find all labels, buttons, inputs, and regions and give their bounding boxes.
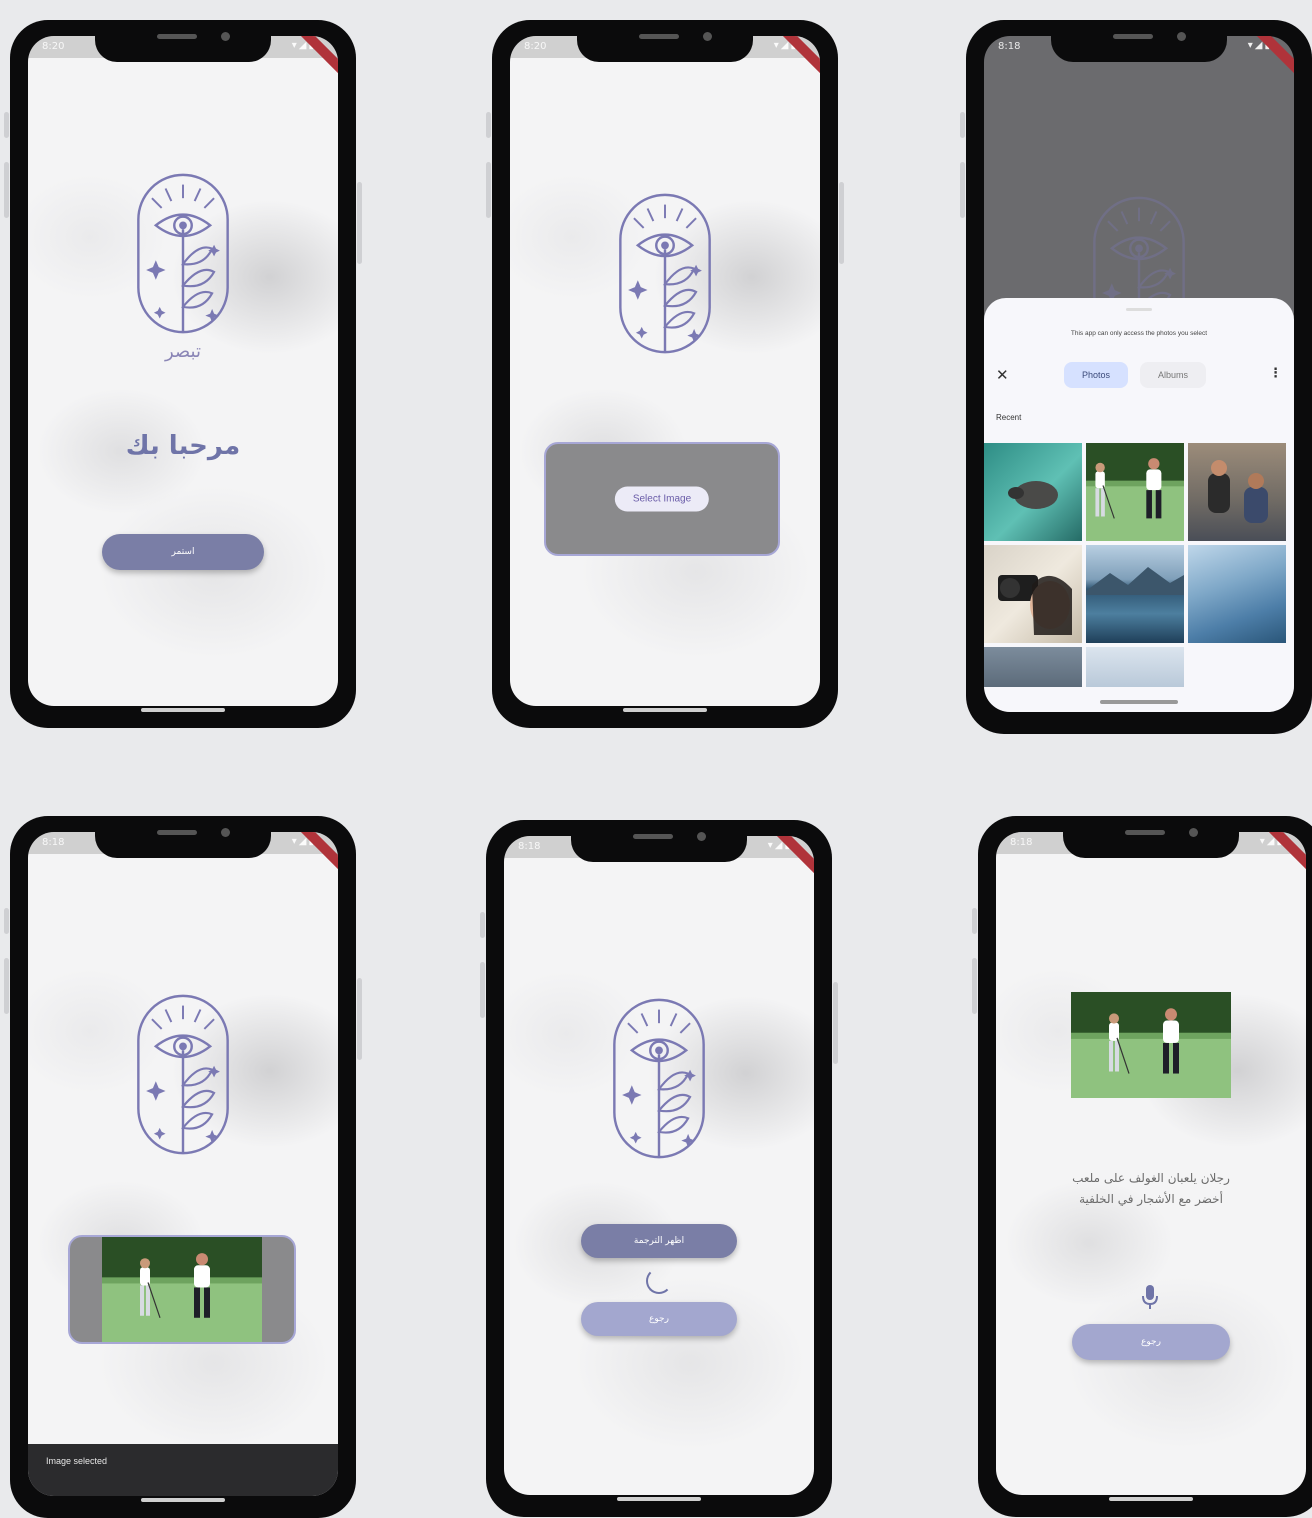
image-placeholder-card: Select Image [544, 442, 780, 556]
side-button [4, 908, 9, 934]
notch [1051, 20, 1227, 62]
screen: 8:20 ▾◢▮ تبصر مرحبا بك استمر [28, 36, 338, 706]
app-logo-icon [615, 191, 715, 356]
show-translation-button[interactable]: اظهر الترجمة [581, 1224, 737, 1258]
photo-thumbnail[interactable] [984, 443, 1082, 541]
phone-welcome: 8:20 ▾◢▮ تبصر مرحبا بك استمر [4, 20, 362, 728]
side-button [972, 908, 977, 934]
notch [95, 816, 271, 858]
screen: 8:20 ▾◢▮ Select Image [510, 36, 820, 706]
notch [571, 820, 747, 862]
side-button [486, 162, 491, 218]
more-options-icon[interactable]: ⋮ [1269, 366, 1282, 381]
back-button[interactable]: رجوع [581, 1302, 737, 1336]
status-time: 8:20 [42, 41, 65, 52]
app-logo-icon [133, 171, 233, 336]
screen: 8:18 ▾◢▮ Image selected [28, 832, 338, 1496]
microphone-icon[interactable] [1140, 1284, 1160, 1310]
sheet-handle[interactable] [1126, 308, 1152, 311]
back-button[interactable]: رجوع [1072, 1324, 1230, 1360]
side-button [960, 112, 965, 138]
side-button [357, 182, 362, 264]
screen: 8:18 ▾◢▮ This app can only access the ph… [984, 36, 1294, 712]
phone-photo-picker: 8:18 ▾◢▮ This app can only access the ph… [960, 20, 1312, 734]
photo-thumbnail[interactable] [1188, 545, 1286, 643]
side-button [839, 182, 844, 264]
image-caption: رجلان يلعبان الغولف على ملعب أخضر مع الأ… [1072, 1171, 1230, 1206]
side-button [4, 162, 9, 218]
section-recent: Recent [996, 413, 1022, 422]
home-indicator[interactable] [1100, 700, 1178, 704]
status-time: 8:18 [42, 837, 65, 848]
home-indicator[interactable] [141, 1498, 225, 1502]
tab-photos[interactable]: Photos [1064, 362, 1129, 388]
side-button [833, 982, 838, 1064]
side-button [960, 162, 965, 218]
home-indicator[interactable] [617, 1497, 701, 1501]
select-image-button[interactable]: Select Image [614, 486, 710, 512]
photo-picker-sheet: This app can only access the photos you … [984, 298, 1294, 712]
phone-image-selected: 8:18 ▾◢▮ Image selected [4, 816, 362, 1518]
photo-thumbnail[interactable] [1086, 647, 1184, 687]
side-button [4, 958, 9, 1014]
screen: 8:18 ▾◢▮ اظهر الترجمة رجوع [504, 836, 814, 1495]
continue-button[interactable]: استمر [102, 534, 264, 570]
home-indicator[interactable] [623, 708, 707, 712]
logo-text: تبصر [165, 341, 201, 362]
result-golf-image [1071, 992, 1231, 1098]
photo-thumbnail[interactable] [984, 647, 1082, 687]
phone-translating: 8:18 ▾◢▮ اظهر الترجمة رجوع [480, 820, 838, 1517]
side-button [357, 978, 362, 1060]
screen: 8:18 ▾◢▮ رجلان يلعبان الغولف على ملعب أخ… [996, 832, 1306, 1495]
notch [95, 20, 271, 62]
snackbar-message: Image selected [46, 1456, 108, 1466]
picker-notice: This app can only access the photos you … [1070, 330, 1208, 337]
phone-result: 8:18 ▾◢▮ رجلان يلعبان الغولف على ملعب أخ… [972, 816, 1312, 1517]
photo-thumbnail[interactable] [1188, 443, 1286, 541]
notch [577, 20, 753, 62]
selected-golf-image [102, 1237, 262, 1342]
home-indicator[interactable] [141, 708, 225, 712]
status-time: 8:18 [1010, 837, 1033, 848]
side-button [480, 962, 485, 1018]
snackbar: Image selected [28, 1444, 338, 1496]
photo-thumbnail[interactable] [984, 545, 1082, 643]
side-button [4, 112, 9, 138]
status-time: 8:18 [998, 41, 1021, 52]
tab-albums[interactable]: Albums [1140, 362, 1207, 388]
app-logo-icon [133, 992, 233, 1157]
phone-select-image: 8:20 ▾◢▮ Select Image [486, 20, 844, 728]
side-button [972, 958, 977, 1014]
home-indicator[interactable] [1109, 1497, 1193, 1501]
selected-image-card [68, 1235, 296, 1344]
notch [1063, 816, 1239, 858]
photo-thumbnail[interactable] [1086, 545, 1184, 643]
status-time: 8:18 [518, 841, 541, 852]
loading-spinner [646, 1268, 672, 1294]
app-logo-icon [609, 996, 709, 1161]
side-button [486, 112, 491, 138]
close-icon[interactable]: ✕ [996, 366, 1009, 384]
side-button [480, 912, 485, 938]
status-time: 8:20 [524, 41, 547, 52]
photo-thumbnail[interactable] [1086, 443, 1184, 541]
welcome-title: مرحبا بك [125, 431, 241, 461]
